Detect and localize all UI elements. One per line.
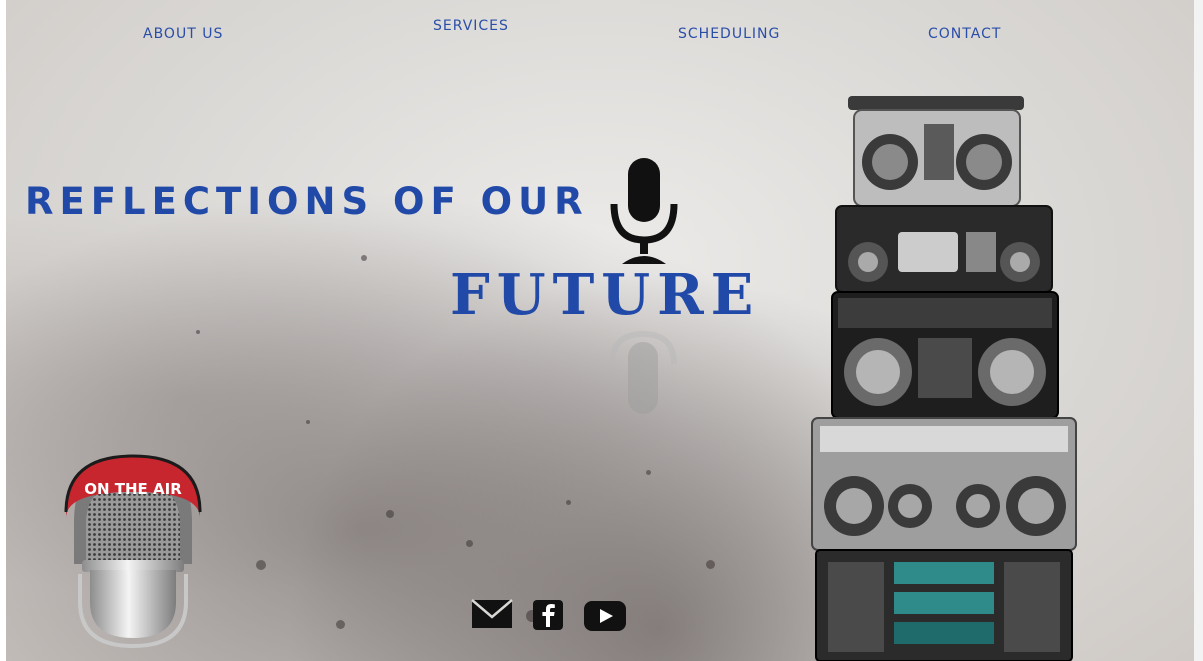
- page-edge: [1194, 0, 1203, 661]
- microphone-reflection: [609, 330, 677, 414]
- hero-title-line1: REFLECTIONS OF OUR: [25, 180, 589, 223]
- on-air-text: ON THE AIR: [84, 480, 182, 498]
- speck: [196, 330, 200, 334]
- speck: [336, 620, 345, 629]
- on-the-air-microphone: ON THE AIR: [64, 454, 202, 648]
- facebook-icon[interactable]: [533, 600, 563, 630]
- speck: [566, 500, 571, 505]
- speck: [646, 470, 651, 475]
- boombox-stack: [811, 96, 1077, 661]
- email-icon[interactable]: [471, 598, 513, 630]
- speck: [256, 560, 266, 570]
- nav-contact[interactable]: CONTACT: [928, 26, 1001, 42]
- speck: [466, 540, 473, 547]
- microphone-icon: [610, 158, 678, 264]
- speck: [386, 510, 394, 518]
- speck: [361, 255, 367, 261]
- hero-title-line2: FUTURE: [450, 262, 761, 328]
- speck: [706, 560, 715, 569]
- nav-services[interactable]: SERVICES: [433, 18, 509, 34]
- youtube-icon[interactable]: [584, 601, 626, 631]
- nav-about-us[interactable]: ABOUT US: [143, 26, 223, 42]
- speck: [306, 420, 310, 424]
- nav-scheduling[interactable]: SCHEDULING: [678, 26, 780, 42]
